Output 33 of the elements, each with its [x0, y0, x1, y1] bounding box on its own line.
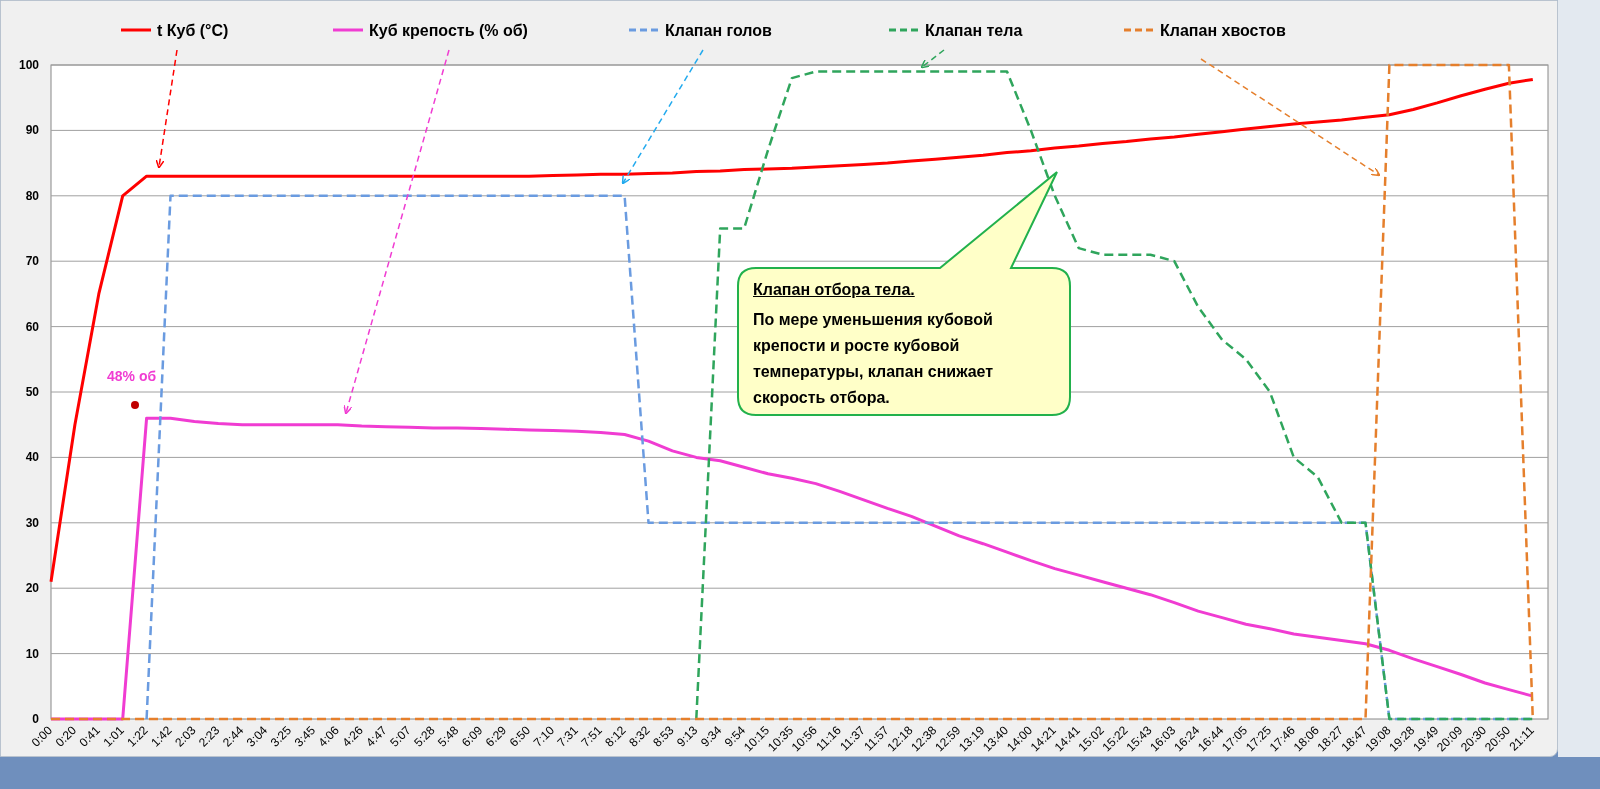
legend-label: Клапан хвостов [1160, 22, 1286, 39]
y-tick-label: 80 [25, 188, 39, 203]
x-tick-label: 4:47 [363, 723, 390, 750]
y-tick-label: 20 [25, 581, 39, 596]
legend-swatch [121, 28, 151, 32]
callout-text: По мере уменьшения кубовой крепости и росте кубовой температуры, клапан снижает скорость отбора. [753, 310, 995, 408]
x-tick-label: 1:01 [100, 723, 127, 750]
x-tick-label: 7:31 [554, 723, 581, 750]
y-tick-label: 60 [25, 319, 39, 334]
legend-label: Клапан тела [925, 22, 1023, 39]
y-tick-label: 30 [25, 515, 39, 530]
leader-line [920, 49, 945, 69]
x-tick-label: 4:26 [339, 723, 366, 750]
y-tick-label: 70 [25, 254, 39, 269]
x-tick-label: 0:41 [76, 723, 103, 750]
y-tick-label: 10 [25, 646, 39, 661]
y-tick-label: 40 [25, 450, 39, 465]
y-tick-label: 0 [32, 712, 39, 726]
legend-swatch [333, 28, 363, 32]
y-tick-label: 100 [18, 58, 39, 72]
callout-title: Клапан отбора тела. [753, 280, 916, 300]
legend-swatch [889, 28, 919, 32]
legend-label: t Куб (°C) [157, 22, 229, 39]
y-tick-label: 90 [25, 123, 39, 138]
y-tick-label: 50 [25, 385, 39, 399]
legend-swatch [1124, 28, 1154, 32]
data-point-marker [131, 401, 139, 410]
x-tick-label: 4:06 [315, 723, 342, 750]
legend-label: Клапан голов [665, 22, 772, 39]
legend-swatch [629, 28, 659, 32]
legend-label: Куб крепость (% об) [369, 22, 528, 39]
data-label: 48% об [107, 368, 157, 384]
x-tick-label: 7:51 [578, 723, 605, 750]
